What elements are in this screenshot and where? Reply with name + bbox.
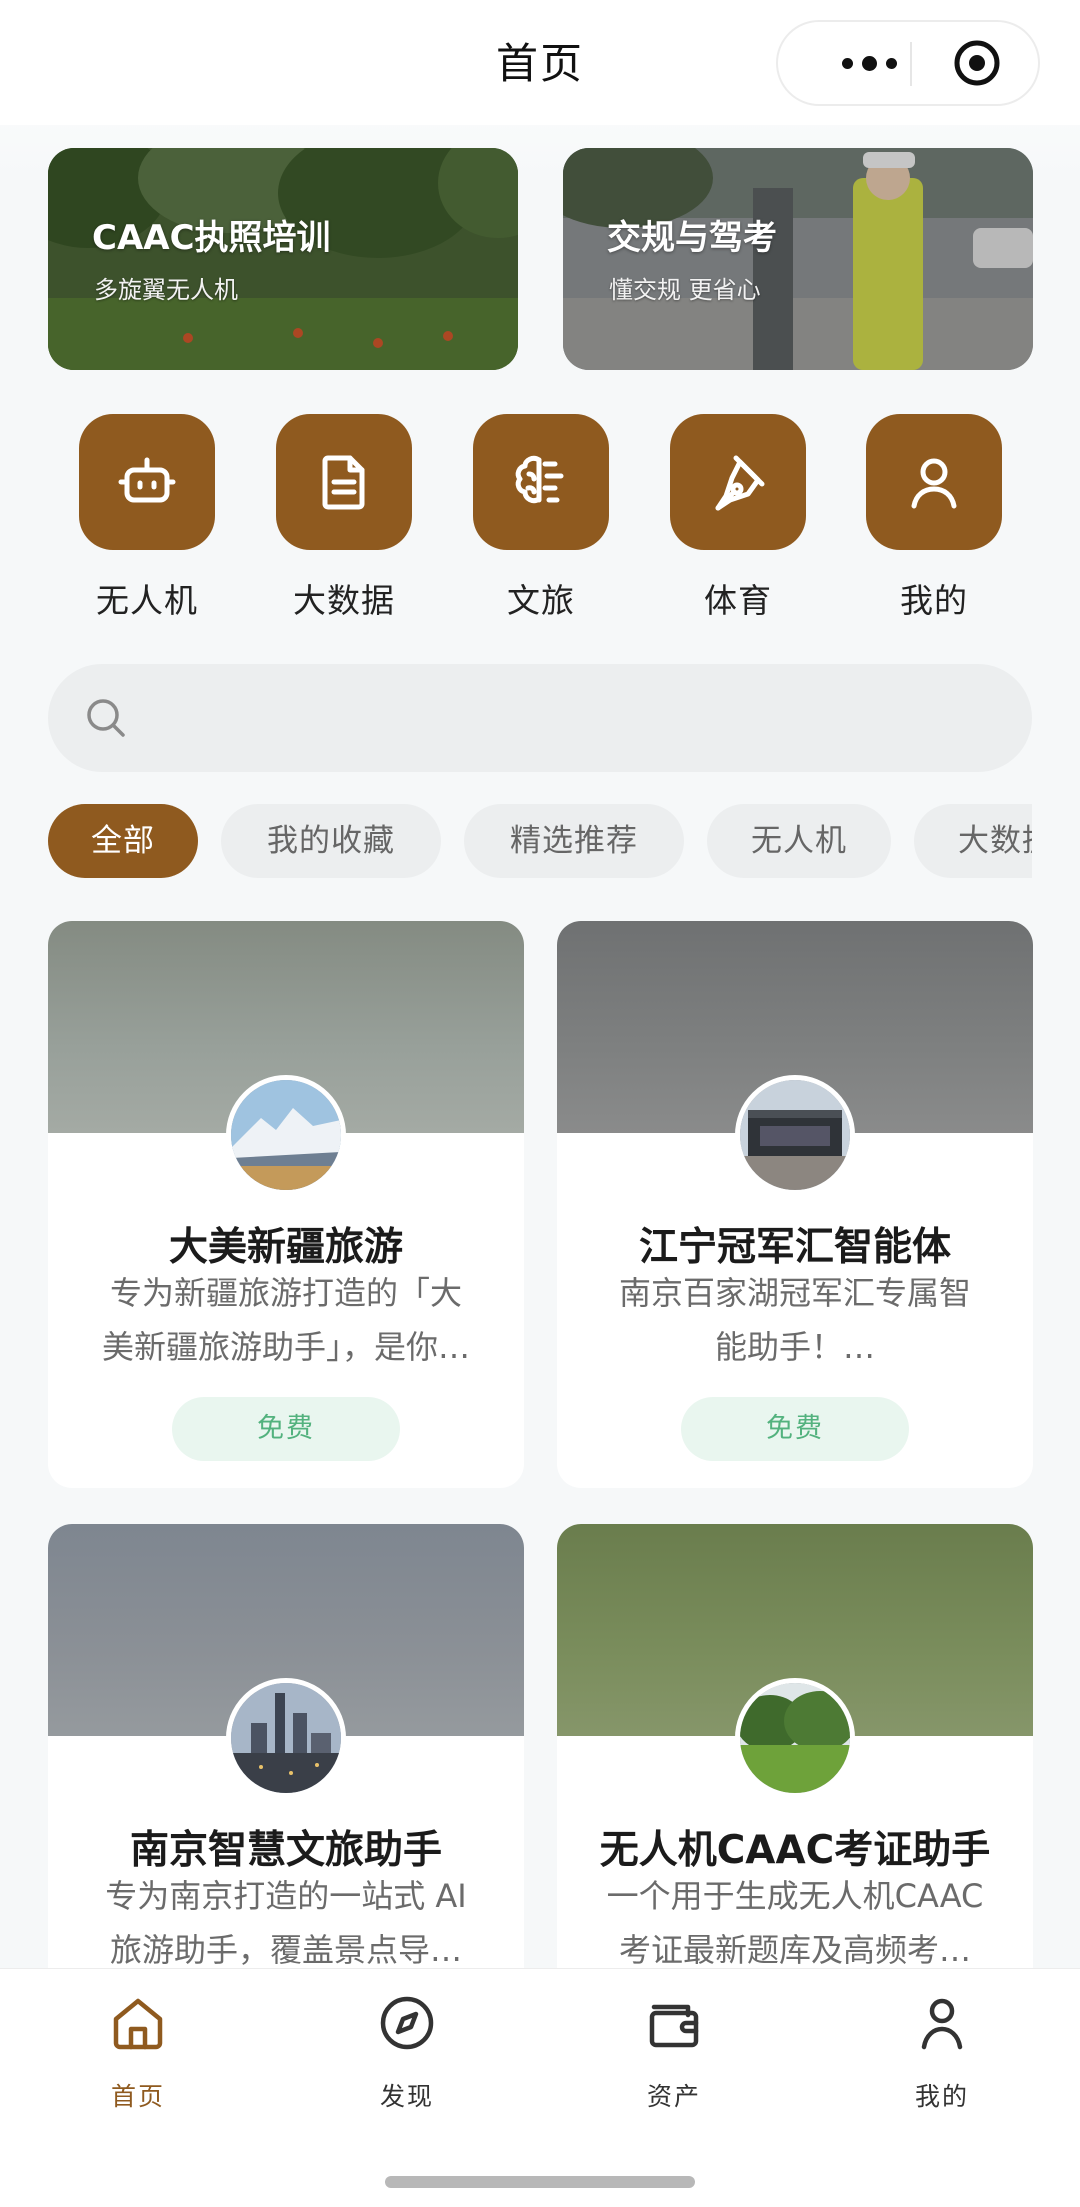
page: 首页 CAAC执照培训 多旋翼无人机 交规与驾考 懂交规 更省心 无人机 大数据… xyxy=(0,0,1080,2207)
building-image xyxy=(740,1080,850,1190)
capsule-divider xyxy=(910,42,912,86)
miniprogram-capsule xyxy=(776,20,1040,106)
quick-link-drone[interactable]: 无人机 xyxy=(79,414,215,622)
card-description-line: 一个用于生成无人机CAAC xyxy=(606,1877,984,1915)
quick-link-mine[interactable]: 我的 xyxy=(866,414,1002,622)
bottom-tab-bar: 首页 发现 资产 我的 xyxy=(0,1968,1080,2207)
banner-caac-training[interactable]: CAAC执照培训 多旋翼无人机 xyxy=(48,148,518,370)
card-avatar xyxy=(735,1678,855,1798)
card-title: 大美新疆旅游 xyxy=(168,1225,403,1270)
quick-link-label: 我的 xyxy=(900,581,968,620)
home-indicator xyxy=(385,2176,695,2188)
tab-label: 我的 xyxy=(914,2082,969,2111)
banner-traffic-police-image xyxy=(563,148,1033,370)
quick-link-label: 体育 xyxy=(704,581,772,620)
card-description-line: 南京百家湖冠军汇专属智 xyxy=(618,1274,971,1312)
chip-drone[interactable]: 无人机 xyxy=(707,804,891,878)
quick-link-sports[interactable]: 体育 xyxy=(670,414,806,622)
banner-subtitle: 多旋翼无人机 xyxy=(94,276,238,304)
search-bar[interactable] xyxy=(48,664,1032,772)
quick-link-big-data[interactable]: 大数据 xyxy=(276,414,412,622)
banner-trees-image xyxy=(48,148,518,370)
quick-link-label: 无人机 xyxy=(96,581,198,620)
tab-label: 发现 xyxy=(379,2082,434,2111)
pen-nib-icon xyxy=(670,414,806,550)
free-badge: 免费 xyxy=(681,1397,909,1461)
user-icon xyxy=(921,1998,963,2050)
card-description-line: 能助手！… xyxy=(714,1328,875,1366)
card-description-line: 专为南京打造的一站式 AI xyxy=(105,1877,467,1915)
card-avatar xyxy=(226,1075,346,1195)
free-badge: 免费 xyxy=(172,1397,400,1461)
tab-mine[interactable]: 我的 xyxy=(872,1991,1012,2113)
chip-big-data[interactable]: 大数据 xyxy=(914,804,1032,878)
card-avatar xyxy=(735,1075,855,1195)
card-title: 南京智慧文旅助手 xyxy=(129,1828,442,1873)
tab-home[interactable]: 首页 xyxy=(68,1991,208,2113)
agent-card-xinjiang[interactable]: 大美新疆旅游 专为新疆旅游打造的「大 美新疆旅游助手」，是你… 免费 xyxy=(48,921,524,1488)
card-avatar xyxy=(226,1678,346,1798)
user-icon xyxy=(866,414,1002,550)
nav-bar: 首页 xyxy=(0,0,1080,125)
card-description-line: 专为新疆旅游打造的「大 xyxy=(109,1274,462,1312)
banner-title: 交规与驾考 xyxy=(607,218,777,258)
chip-featured[interactable]: 精选推荐 xyxy=(464,804,684,878)
agent-card-jiangning[interactable]: 江宁冠军汇智能体 南京百家湖冠军汇专属智 能助手！… 免费 xyxy=(557,921,1033,1488)
banner-title: CAAC执照培训 xyxy=(92,218,331,258)
filter-chip-row[interactable]: 全部 我的收藏 精选推荐 无人机 大数据 xyxy=(48,804,1032,878)
quick-link-culture-travel[interactable]: 文旅 xyxy=(473,414,609,622)
quick-link-label: 文旅 xyxy=(507,581,575,620)
search-input[interactable] xyxy=(144,684,1008,754)
tab-assets[interactable]: 资产 xyxy=(604,1991,744,2113)
city-skyline-image xyxy=(231,1683,341,1793)
more-button[interactable] xyxy=(814,22,924,104)
tab-label: 首页 xyxy=(110,2082,165,2111)
tab-discover[interactable]: 发现 xyxy=(337,1991,477,2113)
snow-mountain-image xyxy=(231,1080,341,1190)
search-icon xyxy=(87,699,125,737)
document-icon xyxy=(276,414,412,550)
banner-subtitle: 懂交规 更省心 xyxy=(609,276,761,304)
card-title: 无人机CAAC考证助手 xyxy=(599,1828,991,1873)
more-dot-icon xyxy=(841,57,853,69)
more-dot-icon xyxy=(861,55,877,71)
more-dot-icon xyxy=(885,57,897,69)
home-icon xyxy=(113,1998,163,2050)
robot-icon xyxy=(79,414,215,550)
banner-traffic-rules[interactable]: 交规与驾考 懂交规 更省心 xyxy=(563,148,1033,370)
chip-favorites[interactable]: 我的收藏 xyxy=(221,804,441,878)
card-description-line: 美新疆旅游助手」，是你… xyxy=(101,1328,470,1366)
chip-all[interactable]: 全部 xyxy=(48,804,198,878)
wallet-icon xyxy=(649,2004,699,2048)
agent-card-nanjing[interactable]: 南京智慧文旅助手 专为南京打造的一站式 AI 旅游助手，覆盖景点导… xyxy=(48,1524,524,2004)
agent-card-drone-caac[interactable]: 无人机CAAC考证助手 一个用于生成无人机CAAC 考证最新题库及高频考… xyxy=(557,1524,1033,2004)
quick-link-label: 大数据 xyxy=(293,581,395,620)
tab-label: 资产 xyxy=(646,2082,701,2111)
brain-icon xyxy=(473,414,609,550)
compass-icon xyxy=(380,1996,434,2050)
close-target-icon[interactable] xyxy=(952,38,1002,88)
card-title: 江宁冠军汇智能体 xyxy=(638,1225,951,1270)
field-image xyxy=(740,1683,850,1793)
